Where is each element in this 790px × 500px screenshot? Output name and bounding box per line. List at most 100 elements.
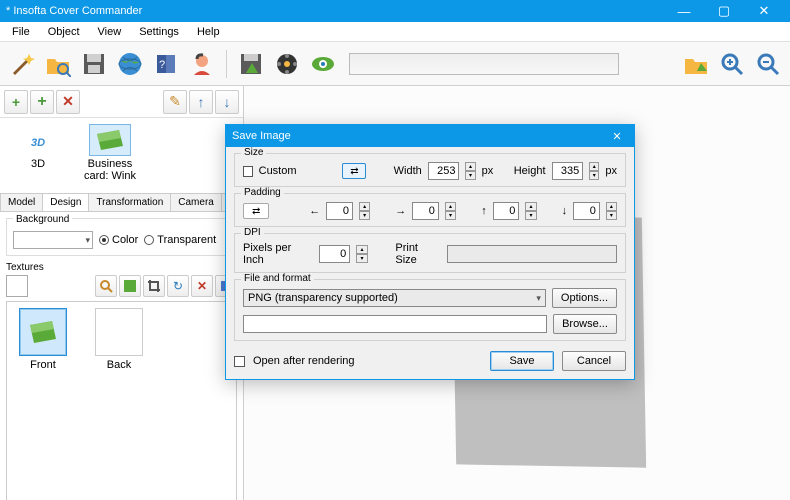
options-button[interactable]: Options... xyxy=(552,288,617,308)
dialog-title: Save Image xyxy=(232,130,606,142)
maximize-button[interactable]: ▢ xyxy=(704,0,744,22)
minimize-button[interactable]: ― xyxy=(664,0,704,22)
pad-left-spinner[interactable]: ▴▾ xyxy=(359,202,370,220)
browse-button[interactable]: Browse... xyxy=(553,314,617,334)
close-button[interactable]: ✕ xyxy=(744,0,784,22)
texture-back[interactable]: Back xyxy=(89,308,149,371)
width-spinner[interactable]: ▴▾ xyxy=(465,162,475,180)
link-padding-button[interactable]: ⇄ xyxy=(243,203,269,219)
menu-settings[interactable]: Settings xyxy=(131,24,187,40)
ppi-field[interactable]: 0 xyxy=(319,245,350,263)
width-label: Width xyxy=(394,165,422,177)
left-panel: + + ✕ ✎ ↑ ↓ 3D 3D Business card: Wink Mo… xyxy=(0,86,244,500)
pad-top-spinner[interactable]: ▴▾ xyxy=(525,202,536,220)
dpi-group-label: DPI xyxy=(241,227,264,238)
dialog-close-button[interactable]: ✕ xyxy=(606,127,628,145)
filepath-field[interactable] xyxy=(243,315,547,333)
svg-text:?: ? xyxy=(159,59,165,71)
wizard-icon[interactable] xyxy=(6,48,38,80)
export-icon[interactable] xyxy=(680,48,712,80)
texture-grid: Front Back xyxy=(6,301,237,500)
menu-object[interactable]: Object xyxy=(40,24,88,40)
tab-model[interactable]: Model xyxy=(0,193,43,212)
delete-button[interactable]: ✕ xyxy=(56,90,80,114)
web-icon[interactable] xyxy=(114,48,146,80)
save-button[interactable]: Save xyxy=(490,351,554,371)
textures-label: Textures xyxy=(6,262,237,273)
pad-bottom-field[interactable]: 0 xyxy=(573,202,600,220)
zoom-out-icon[interactable] xyxy=(752,48,784,80)
arrow-right-icon: → xyxy=(395,205,406,217)
format-select[interactable]: PNG (transparency supported) xyxy=(243,289,546,307)
main-toolbar: ? xyxy=(0,42,790,86)
menu-help[interactable]: Help xyxy=(189,24,228,40)
background-color-radio[interactable]: Color xyxy=(99,234,138,246)
open-after-checkbox[interactable] xyxy=(234,356,245,367)
zoom-in-icon[interactable] xyxy=(716,48,748,80)
help-book-icon[interactable]: ? xyxy=(150,48,182,80)
link-size-button[interactable]: ⇄ xyxy=(342,163,366,179)
texture-refresh-icon[interactable]: ↻ xyxy=(167,275,189,297)
tab-design[interactable]: Design xyxy=(42,193,89,212)
texture-front[interactable]: Front xyxy=(13,308,73,371)
custom-checkbox[interactable] xyxy=(243,166,253,177)
texture-zoom-icon[interactable] xyxy=(95,275,117,297)
save-image-dialog: Save Image ✕ Size Custom ⇄ Width 253 ▴▾ … xyxy=(225,124,635,380)
printsize-field xyxy=(447,245,617,263)
preview-icon[interactable] xyxy=(307,48,339,80)
size-group-label: Size xyxy=(241,147,266,158)
ppi-spinner[interactable]: ▴▾ xyxy=(356,245,368,263)
height-spinner[interactable]: ▴▾ xyxy=(589,162,599,180)
width-field[interactable]: 253 xyxy=(428,162,460,180)
tab-transformation[interactable]: Transformation xyxy=(88,193,171,212)
height-label: Height xyxy=(514,165,546,177)
menubar: File Object View Settings Help xyxy=(0,22,790,42)
tab-camera[interactable]: Camera xyxy=(170,193,222,212)
move-up-button[interactable]: ↑ xyxy=(189,90,213,114)
custom-label: Custom xyxy=(259,165,297,177)
add-big-button[interactable]: + xyxy=(30,90,54,114)
object-3d[interactable]: 3D 3D xyxy=(8,124,68,182)
background-color-combo[interactable] xyxy=(13,231,93,249)
padding-group-label: Padding xyxy=(241,187,284,198)
save-icon[interactable] xyxy=(78,48,110,80)
edit-button[interactable]: ✎ xyxy=(163,90,187,114)
pad-top-field[interactable]: 0 xyxy=(493,202,520,220)
texture-fill-icon[interactable] xyxy=(119,275,141,297)
open-icon[interactable] xyxy=(42,48,74,80)
pad-right-field[interactable]: 0 xyxy=(412,202,439,220)
object-business-card[interactable]: Business card: Wink xyxy=(80,124,140,182)
titlebar: * Insofta Cover Commander ― ▢ ✕ xyxy=(0,0,790,22)
window-title: * Insofta Cover Commander xyxy=(6,5,664,17)
texture-label: Front xyxy=(13,359,73,371)
height-field[interactable]: 335 xyxy=(552,162,584,180)
move-down-button[interactable]: ↓ xyxy=(215,90,239,114)
add-small-button[interactable]: + xyxy=(4,90,28,114)
pad-bottom-spinner[interactable]: ▴▾ xyxy=(606,202,617,220)
save-image-icon[interactable] xyxy=(235,48,267,80)
texture-swatch[interactable] xyxy=(6,275,28,297)
open-after-label: Open after rendering xyxy=(253,355,355,367)
menu-file[interactable]: File xyxy=(4,24,38,40)
object-label: Business card: Wink xyxy=(80,158,140,182)
ppi-label: Pixels per Inch xyxy=(243,242,313,266)
pad-left-field[interactable]: 0 xyxy=(326,202,353,220)
texture-label: Back xyxy=(89,359,149,371)
support-icon[interactable] xyxy=(186,48,218,80)
save-animation-icon[interactable] xyxy=(271,48,303,80)
search-field[interactable] xyxy=(349,53,619,75)
printsize-label: Print Size xyxy=(395,242,441,266)
background-group-label: Background xyxy=(13,214,72,225)
object-label: 3D xyxy=(8,158,68,170)
svg-text:3D: 3D xyxy=(31,137,45,149)
background-transparent-radio[interactable]: Transparent xyxy=(144,234,216,246)
arrow-up-icon: ↑ xyxy=(481,205,487,217)
menu-view[interactable]: View xyxy=(90,24,130,40)
arrow-left-icon: ← xyxy=(309,205,320,217)
texture-crop-icon[interactable] xyxy=(143,275,165,297)
design-tabs: Model Design Transformation Camera Light… xyxy=(0,192,243,212)
texture-delete-icon[interactable]: ✕ xyxy=(191,275,213,297)
arrow-down-icon: ↓ xyxy=(562,205,568,217)
pad-right-spinner[interactable]: ▴▾ xyxy=(445,202,456,220)
cancel-button[interactable]: Cancel xyxy=(562,351,626,371)
